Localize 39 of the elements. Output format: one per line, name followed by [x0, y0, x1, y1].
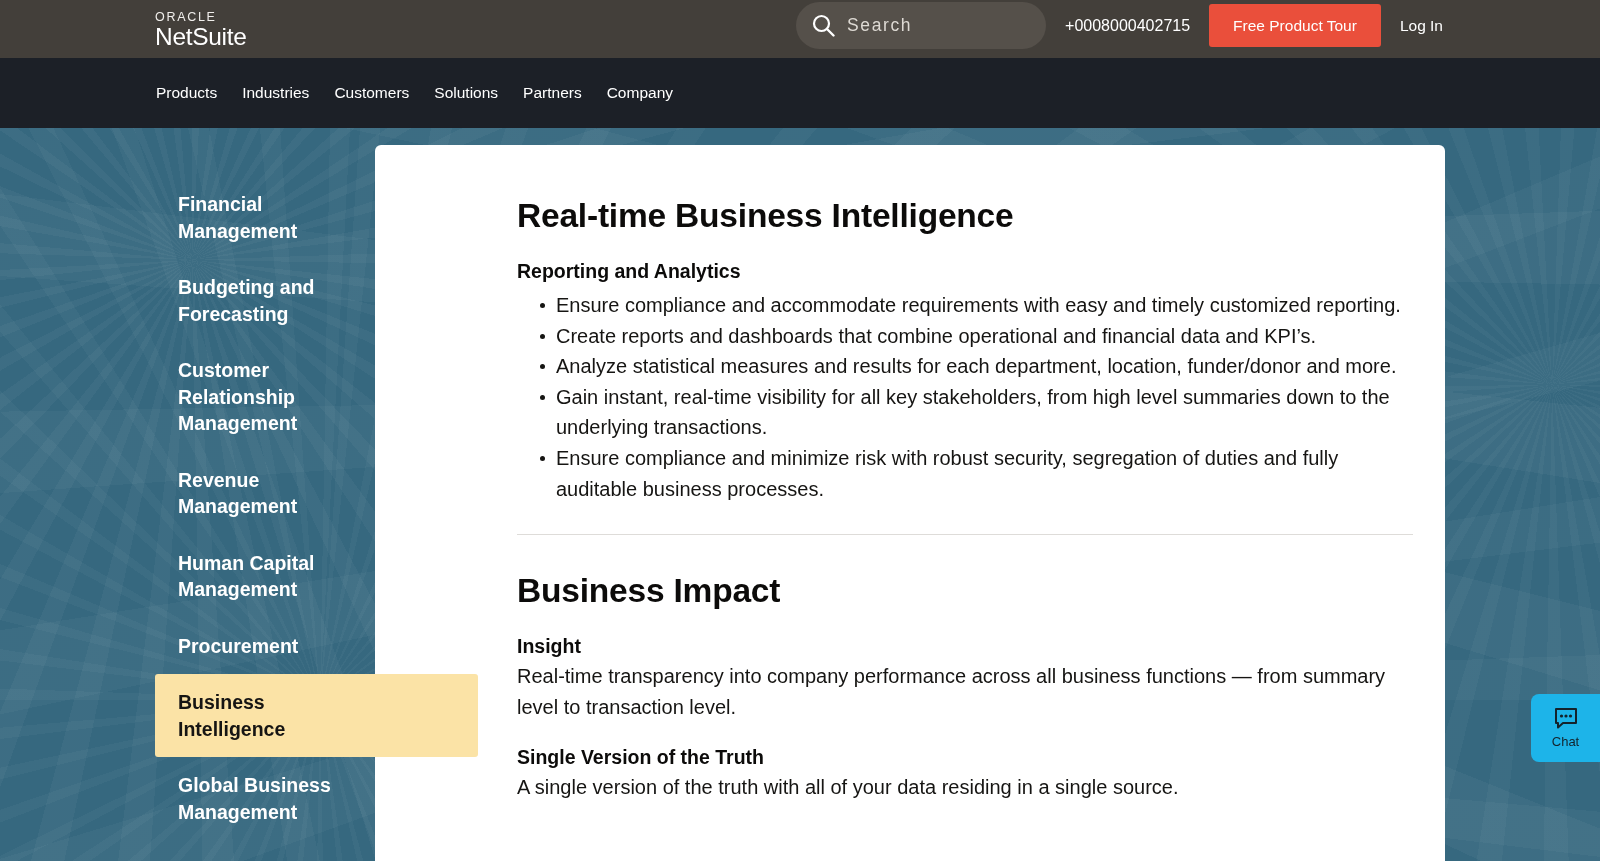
nav-link[interactable]: Partners — [523, 84, 582, 102]
paragraph: A single version of the truth with all of your data residing in a single source. — [517, 775, 1180, 801]
sidebar-item[interactable]: Business Intelligence — [155, 674, 478, 757]
logo-link[interactable]: ORACLE NetSuite — [155, 1, 247, 50]
bullet-text: Analyze statistical measures and results for each department, location, funder/donor and more. — [556, 354, 1397, 380]
paragraph: Real-time transparency into company performance across all business functions — from summary level to transaction level. — [517, 664, 1387, 720]
sidebar-item[interactable]: Revenue Management — [155, 451, 375, 535]
bullet-text: Create reports and dashboards that combine operational and financial data and KPI’s. — [556, 323, 1317, 349]
bullet-text: Gain instant, real-time visibility for all key stakeholders, from high level summaries down to the underlying transactions. — [556, 384, 1391, 441]
sidebar-item[interactable]: Financial Management — [155, 176, 375, 259]
bullet-icon — [540, 364, 545, 370]
nav-link[interactable]: Company — [606, 84, 673, 102]
search-field[interactable]: Search — [796, 2, 1047, 49]
bullet-icon — [540, 394, 545, 400]
bullet-icon — [540, 455, 545, 461]
sidebar-item[interactable]: Procurement — [155, 617, 322, 674]
nav-link[interactable]: Customers — [334, 84, 410, 102]
free-tour-button[interactable]: Free Product Tour — [1209, 4, 1381, 47]
bullet-icon — [540, 333, 545, 339]
sidebar-item[interactable]: Human Capital Management — [155, 534, 375, 618]
bullet-icon — [540, 303, 545, 308]
phone-link[interactable]: +0008000402715 — [1065, 16, 1191, 35]
sidebar-item[interactable]: Global Business Management — [155, 757, 375, 840]
search-icon — [812, 14, 836, 37]
subsection-heading: Reporting and Analytics — [517, 259, 742, 284]
nav-link[interactable]: Industries — [242, 84, 310, 102]
section-heading: Business Impact — [517, 571, 782, 612]
login-link[interactable]: Log In — [1399, 16, 1443, 35]
bullet-text: Ensure compliance and minimize risk with robust security, segregation of duties and fully auditable business processes. — [556, 445, 1340, 502]
section-heading: Real-time Business Intelligence — [517, 196, 1015, 236]
subsection-heading: Insight — [517, 634, 582, 660]
subsection-heading: Single Version of the Truth — [517, 745, 766, 771]
nav-link[interactable]: Products — [156, 84, 218, 102]
chat-icon — [1553, 707, 1578, 729]
sidebar-item[interactable]: Budgeting and Forecasting — [155, 259, 375, 342]
sidebar-item[interactable]: Customer Relationship Management — [155, 342, 375, 452]
bullet-text: Ensure compliance and accommodate requirements with easy and timely customized reporting. — [556, 293, 1401, 318]
chat-button[interactable]: Chat — [1531, 694, 1600, 762]
nav-link[interactable]: Solutions — [434, 84, 499, 102]
